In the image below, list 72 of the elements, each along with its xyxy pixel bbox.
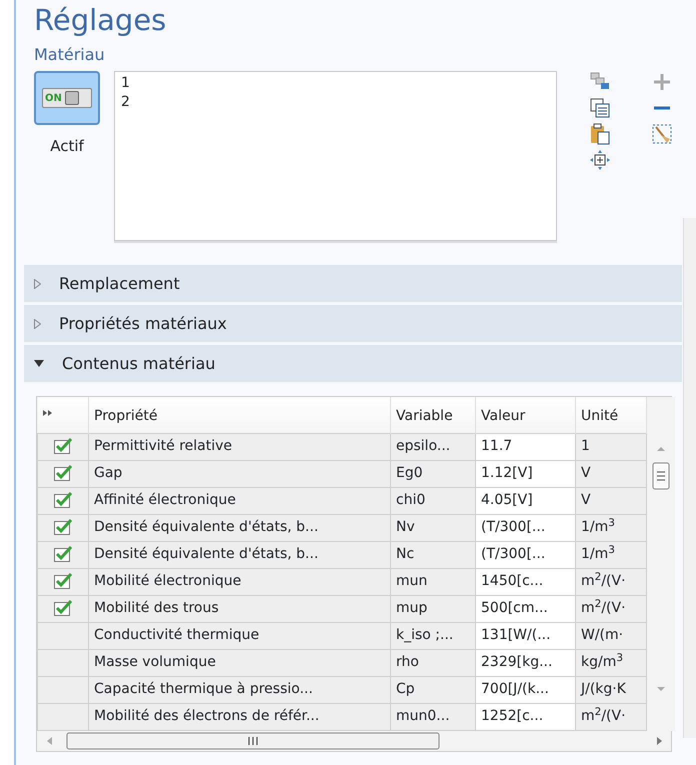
expand-triangle-icon xyxy=(34,278,41,288)
collapse-triangle-icon xyxy=(34,360,44,367)
paste-icon[interactable] xyxy=(589,123,611,145)
table-cell: kg/m$^{3}$ xyxy=(576,649,646,676)
checkbox[interactable] xyxy=(53,437,73,456)
table-cell[interactable]: 700[J/(k... xyxy=(476,676,576,703)
table-cell: Nv xyxy=(390,514,476,541)
table-cell: J/(kg·K xyxy=(576,676,646,703)
table-cell[interactable]: (T/300[... xyxy=(476,541,576,568)
checkbox[interactable] xyxy=(53,464,73,482)
list-item[interactable]: 2 xyxy=(121,93,550,112)
section-title: Matériau xyxy=(34,44,106,66)
table-cell: Mobilité électronique xyxy=(88,568,390,595)
table-cell: Capacité thermique à pressio... xyxy=(88,676,390,703)
toggle-label: Actif xyxy=(49,136,85,157)
table-cell: Cp xyxy=(390,676,476,703)
table-cell[interactable]: 1.12[V] xyxy=(476,460,576,487)
table-cell: Nc xyxy=(390,541,476,568)
table-cell: Densité équivalente d'états, b... xyxy=(88,514,390,541)
section-header[interactable]: Remplacement xyxy=(24,265,682,302)
column-header[interactable]: Unité xyxy=(576,397,646,433)
table-cell: m$^{2}$/(V· xyxy=(576,568,646,595)
table-cell: W/(m· xyxy=(576,622,646,649)
table-cell: rho xyxy=(390,649,476,676)
column-header[interactable]: Variable xyxy=(390,397,476,433)
column-header[interactable]: Propriété xyxy=(88,397,390,433)
table-cell: Masse volumique xyxy=(88,649,390,676)
table-cell: V xyxy=(576,487,646,514)
panel-title: Réglages xyxy=(34,2,168,35)
table-cell: m$^{2}$/(V· xyxy=(576,595,646,622)
table-cell[interactable]: 1450[c... xyxy=(476,568,576,595)
broom-icon[interactable] xyxy=(651,123,673,145)
table-cell: epsilo... xyxy=(390,433,476,460)
table-cell[interactable]: 2329[kg... xyxy=(476,649,576,676)
table-cell: chi0 xyxy=(390,487,476,514)
table-cell[interactable]: 11.7 xyxy=(476,433,576,460)
table-cell[interactable]: 500[cm... xyxy=(476,595,576,622)
table-cell: m$^{2}$/(V· xyxy=(576,703,646,730)
table-cell: mup xyxy=(390,595,476,622)
checkbox[interactable] xyxy=(53,491,73,510)
table-cell: Mobilité des trous xyxy=(88,595,390,622)
checkbox[interactable] xyxy=(53,518,73,536)
section-header[interactable]: Contenus matériau xyxy=(24,345,682,382)
copy-icon[interactable] xyxy=(589,97,611,119)
table-cell: Affinité électronique xyxy=(88,487,390,514)
list-item[interactable]: 1 xyxy=(121,74,550,93)
table-cell: 1/m$^{3}$ xyxy=(576,541,646,568)
checkbox[interactable] xyxy=(53,545,73,564)
table-cell: mun xyxy=(390,568,476,595)
table-cell: Densité équivalente d'états, b... xyxy=(88,541,390,568)
checkbox[interactable] xyxy=(53,599,73,618)
expand-triangle-icon xyxy=(34,318,41,328)
table-cell: k_iso ;... xyxy=(390,622,476,649)
zoom-fit-icon[interactable] xyxy=(589,149,611,171)
table-cell[interactable]: 4.05[V] xyxy=(476,487,576,514)
table-cell: Gap xyxy=(88,460,390,487)
selection-list[interactable]: 1 2 xyxy=(114,71,557,241)
table-cell: Mobilité des électrons de référ... xyxy=(88,703,390,730)
table-cell: mun0... xyxy=(390,703,476,730)
table-cell: Conductivité thermique xyxy=(88,622,390,649)
table-cell[interactable]: 1252[c... xyxy=(476,703,576,730)
table-cell: Permittivité relative xyxy=(88,433,390,460)
section-header[interactable]: Propriétés matériaux xyxy=(24,305,682,342)
table-cell: V xyxy=(576,460,646,487)
table-cell: 1/m$^{3}$ xyxy=(576,514,646,541)
table-cell[interactable]: 131[W/(... xyxy=(476,622,576,649)
table-cell: 1 xyxy=(576,433,646,460)
checkbox[interactable] xyxy=(53,572,73,590)
expand-columns-icon[interactable] xyxy=(42,410,52,416)
table-cell: Eg0 xyxy=(390,460,476,487)
column-header[interactable]: Valeur xyxy=(476,397,576,433)
table-cell[interactable]: (T/300[... xyxy=(476,514,576,541)
